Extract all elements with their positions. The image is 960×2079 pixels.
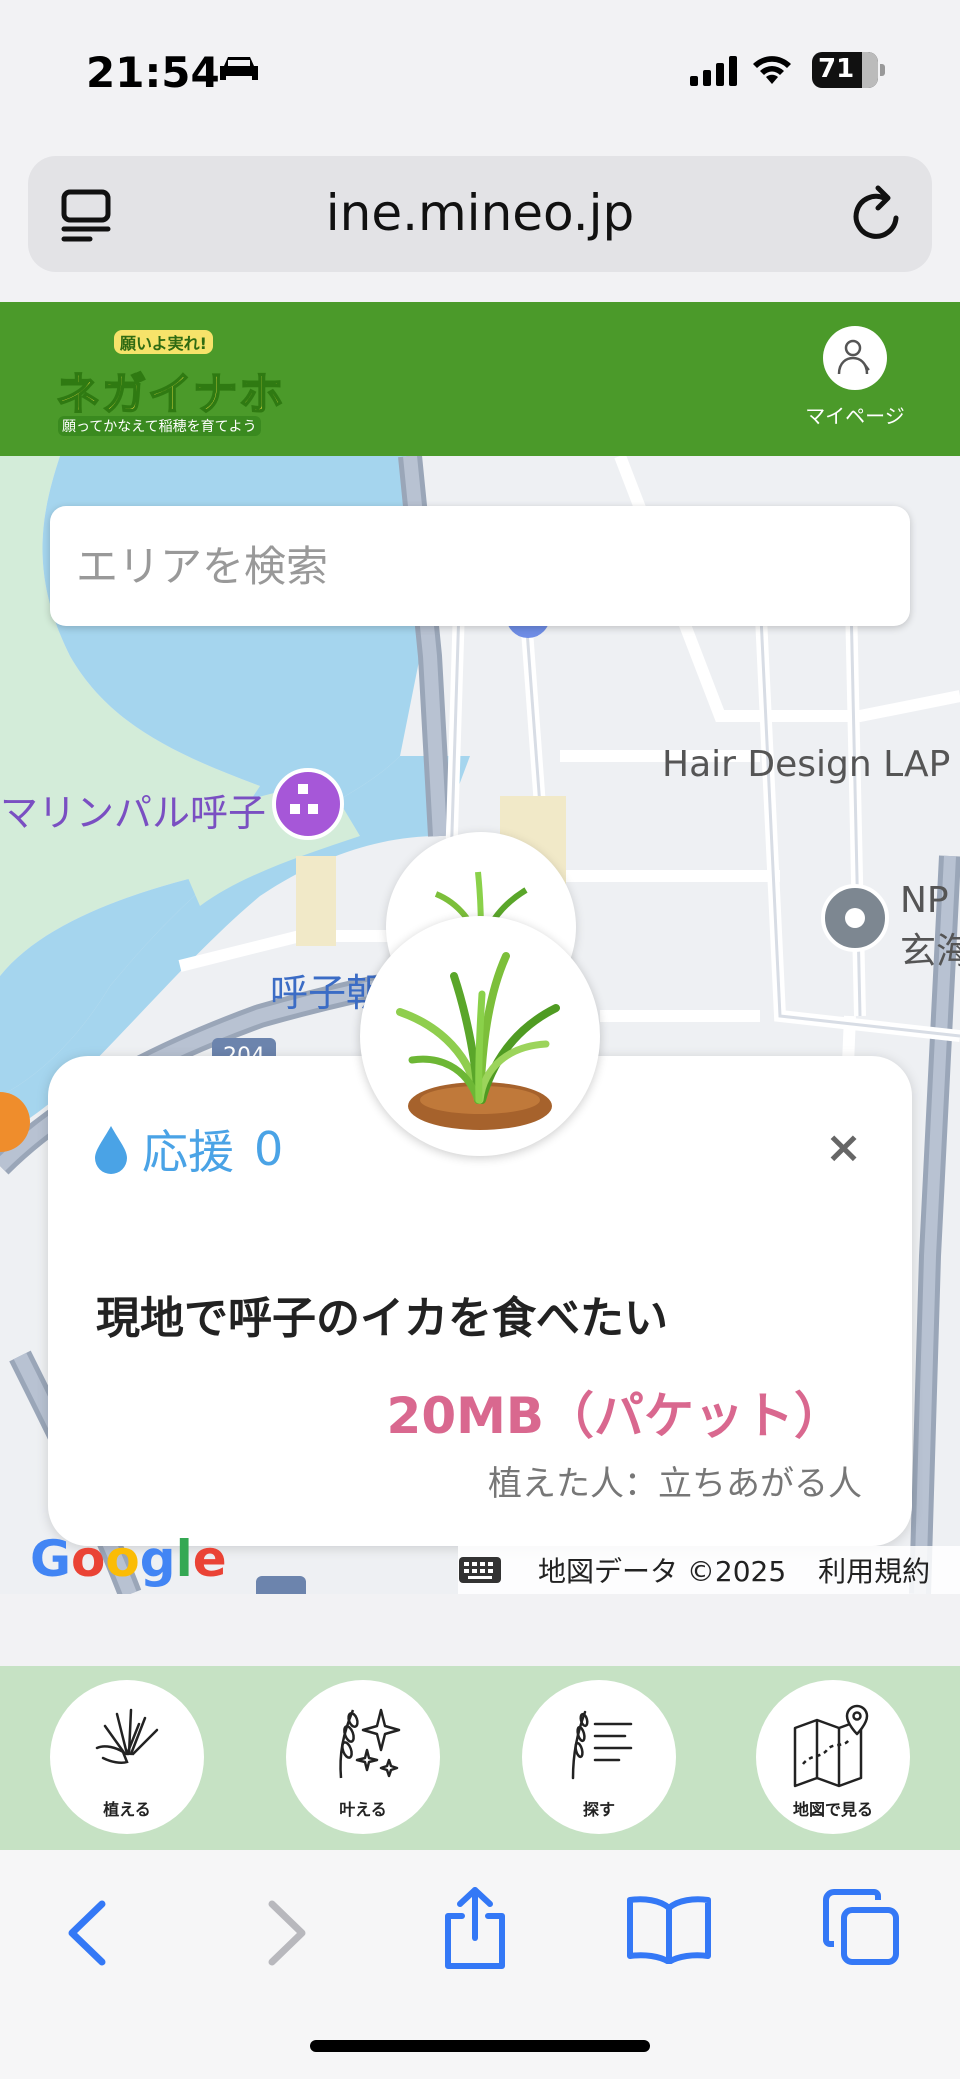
nav-search-button[interactable]: 探す [522,1680,676,1834]
poi-label-hair-design[interactable]: Hair Design LAP [662,744,950,785]
app-header: 願いよ実れ! ネガイナホ 願ってかなえて稲穂を育てよう マイページ [0,302,960,456]
clock: 21:54 [86,48,220,97]
list-grain-icon [571,1710,633,1780]
map-data-credit: 地図データ ©2025 [538,1555,787,1588]
back-icon[interactable] [62,1898,112,1968]
planter-name: 植えた人：立ちあがる人 [488,1464,862,1504]
battery-icon: 71 [812,52,878,88]
car-icon [220,57,258,80]
water-drop-icon [95,1126,127,1174]
support-count[interactable]: 応援 0 [92,1116,283,1182]
support-number: 0 [254,1122,284,1176]
forward-icon[interactable] [262,1898,312,1968]
logo-tagline: 願いよ実れ! [114,330,213,354]
wifi-icon [753,56,791,84]
bookmarks-icon[interactable] [626,1894,712,1964]
cellular-signal-icon [690,56,737,86]
home-indicator[interactable] [310,2040,650,2052]
area-search-box[interactable] [50,506,910,626]
url-text[interactable]: ine.mineo.jp [28,184,932,242]
rice-seedling-icon [396,952,560,1130]
nav-plant-label: 植える [103,1800,151,1819]
keyboard-shortcuts-icon[interactable] [458,1556,502,1584]
map-view[interactable]: 204 マリンパル呼子 Hair Design LAP NP 玄海 呼子朝 応援… [0,456,960,1594]
wish-title: 現地で呼子のイカを食べたい [96,1293,668,1344]
mypage-button[interactable]: マイページ [800,326,910,429]
nav-map-label: 地図で見る [792,1800,873,1819]
reward-amount: 20MB（パケット） [386,1387,844,1445]
nav-plant-button[interactable]: 植える [50,1680,204,1834]
share-icon[interactable] [440,1886,510,1970]
logo-text: ネガイナホ [55,368,286,421]
nav-map-button[interactable]: 地図で見る [756,1680,910,1834]
folded-map-icon [793,1704,869,1788]
user-icon [823,326,887,390]
logo-subtitle: 願ってかなえて稲穂を育てよう [58,416,261,436]
selected-plant-marker[interactable] [360,916,600,1156]
poi-label-npo[interactable]: NP [900,880,949,921]
planting-hand-icon [95,1708,159,1765]
map-attribution: 地図データ ©2025 利用規約 [458,1546,960,1594]
battery-level: 71 [818,54,855,84]
area-search-input[interactable] [50,506,910,626]
mypage-label: マイページ [805,404,905,428]
close-button[interactable]: × [825,1122,862,1173]
tabs-icon[interactable] [822,1888,902,1968]
poi-label-marine-pal[interactable]: マリンパル呼子 [0,782,266,837]
nav-search-label: 探す [582,1800,615,1819]
poi-label-genkai[interactable]: 玄海 [900,922,960,974]
support-label: 応援 [142,1125,234,1179]
negainaho-logo[interactable]: 願いよ実れ! ネガイナホ 願ってかなえて稲穂を育てよう [52,318,302,436]
reload-icon[interactable] [848,184,904,244]
app-bottom-nav: 植える 叶える 探す 地図で見る [0,1666,960,1850]
map-terms-link[interactable]: 利用規約 [818,1550,930,1590]
google-logo: Google [30,1530,227,1588]
nav-fulfill-button[interactable]: 叶える [286,1680,440,1834]
nav-fulfill-label: 叶える [339,1800,387,1819]
address-bar[interactable]: ine.mineo.jp [28,156,932,272]
sparkle-grain-icon [339,1708,401,1779]
status-bar: 21:54 71 [0,0,960,140]
